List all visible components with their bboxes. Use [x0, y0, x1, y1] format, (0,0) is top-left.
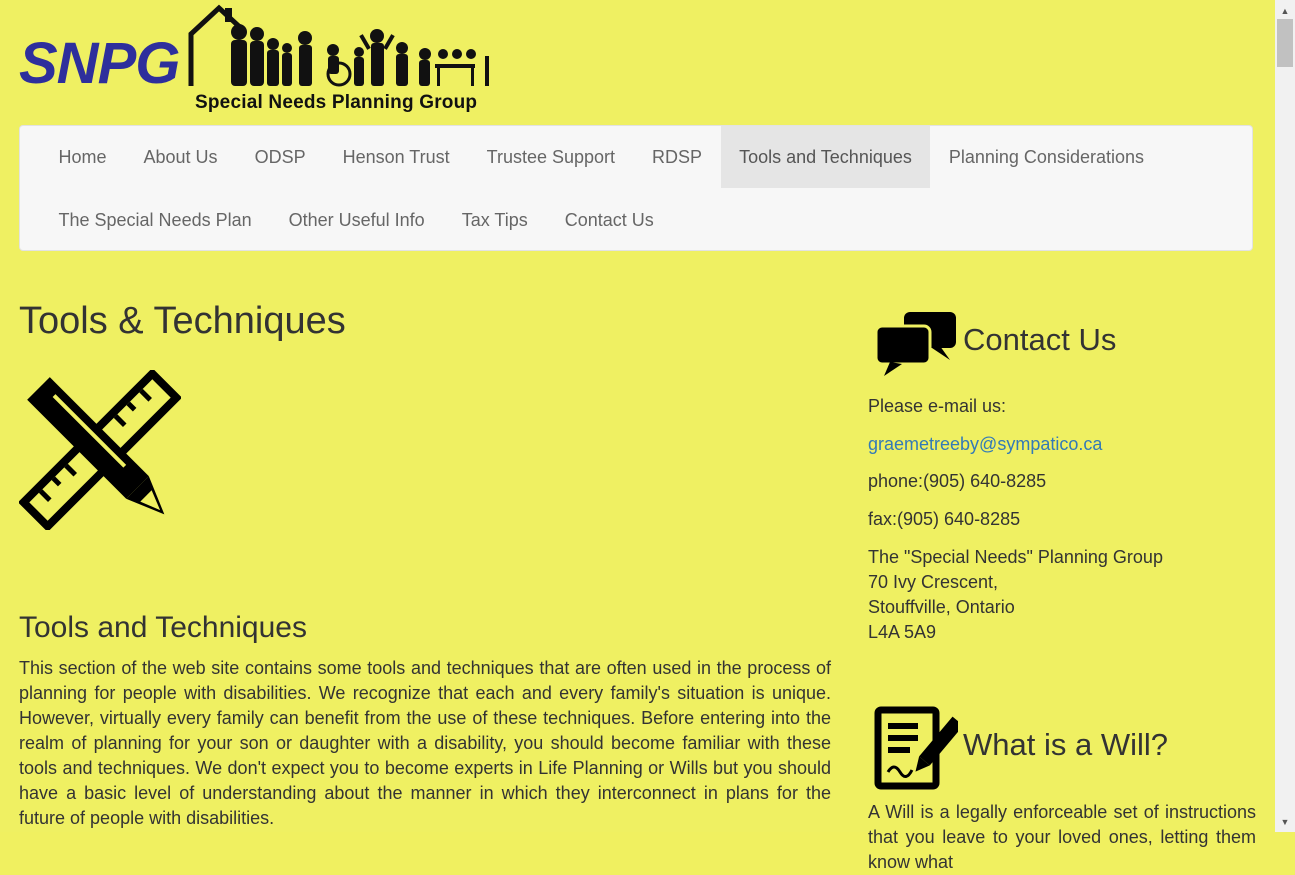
vertical-scrollbar[interactable]: ▲ ▼: [1275, 0, 1295, 832]
scroll-down-arrow-icon[interactable]: ▼: [1275, 815, 1295, 832]
email-link[interactable]: graemetreeby@sympatico.ca: [868, 434, 1102, 454]
scroll-up-arrow-icon[interactable]: ▲: [1275, 0, 1295, 17]
nav-item-odsp[interactable]: ODSP: [236, 126, 324, 188]
address-line: The "Special Needs" Planning Group: [868, 547, 1163, 567]
nav-item-rdsp[interactable]: RDSP: [634, 126, 721, 188]
family-logo-icon: [188, 4, 489, 87]
will-title: What is a Will?: [963, 727, 1168, 762]
nav-item-trustee-support[interactable]: Trustee Support: [468, 126, 633, 188]
will-description: A Will is a legally enforceable set of i…: [868, 802, 1256, 872]
contact-title: Contact Us: [963, 322, 1117, 357]
page: SNPG Special Needs Planning Group Home A…: [0, 0, 1275, 872]
page-title: Tools & Techniques: [19, 300, 346, 342]
nav-item-contact-us[interactable]: Contact Us: [546, 189, 672, 251]
scrollbar-thumb[interactable]: [1277, 19, 1293, 67]
nav-row-2: The Special Needs Plan Other Useful Info…: [40, 189, 672, 251]
nav-item-home[interactable]: Home: [40, 126, 125, 188]
address-line: L4A 5A9: [868, 622, 937, 642]
site-logo[interactable]: SNPG Special Needs Planning Group: [19, 4, 499, 120]
chat-bubbles-icon: [874, 312, 956, 376]
logo-text: SNPG: [19, 31, 180, 96]
address-line: 70 Ivy Crescent,: [868, 572, 999, 592]
nav-item-planning-considerations[interactable]: Planning Considerations: [930, 126, 1162, 188]
nav-item-tax-tips[interactable]: Tax Tips: [443, 189, 546, 251]
nav-item-other-useful-info[interactable]: Other Useful Info: [270, 189, 443, 251]
ruler-pencil-icon: [19, 370, 181, 530]
main-navigation: Home About Us ODSP Henson Trust Trustee …: [19, 125, 1253, 251]
phone-number: phone:(905) 640-8285: [868, 471, 1047, 491]
mailing-address: The "Special Needs" Planning Group 70 Iv…: [868, 545, 1163, 645]
email-line: graemetreeby@sympatico.ca: [868, 434, 1102, 455]
nav-item-henson-trust[interactable]: Henson Trust: [324, 126, 468, 188]
will-document-icon: [874, 706, 958, 790]
fax-number: fax:(905) 640-8285: [868, 509, 1021, 529]
nav-item-tools-and-techniques[interactable]: Tools and Techniques: [720, 126, 931, 188]
nav-row-1: Home About Us ODSP Henson Trust Trustee …: [40, 126, 1163, 188]
nav-item-special-needs-plan[interactable]: The Special Needs Plan: [40, 189, 270, 251]
intro-paragraph: This section of the web site contains so…: [19, 658, 831, 828]
nav-item-about-us[interactable]: About Us: [125, 126, 236, 188]
section-title: Tools and Techniques: [19, 611, 307, 644]
logo-tagline: Special Needs Planning Group: [195, 92, 478, 113]
email-prompt: Please e-mail us:: [868, 396, 1007, 416]
address-line: Stouffville, Ontario: [868, 597, 1015, 617]
